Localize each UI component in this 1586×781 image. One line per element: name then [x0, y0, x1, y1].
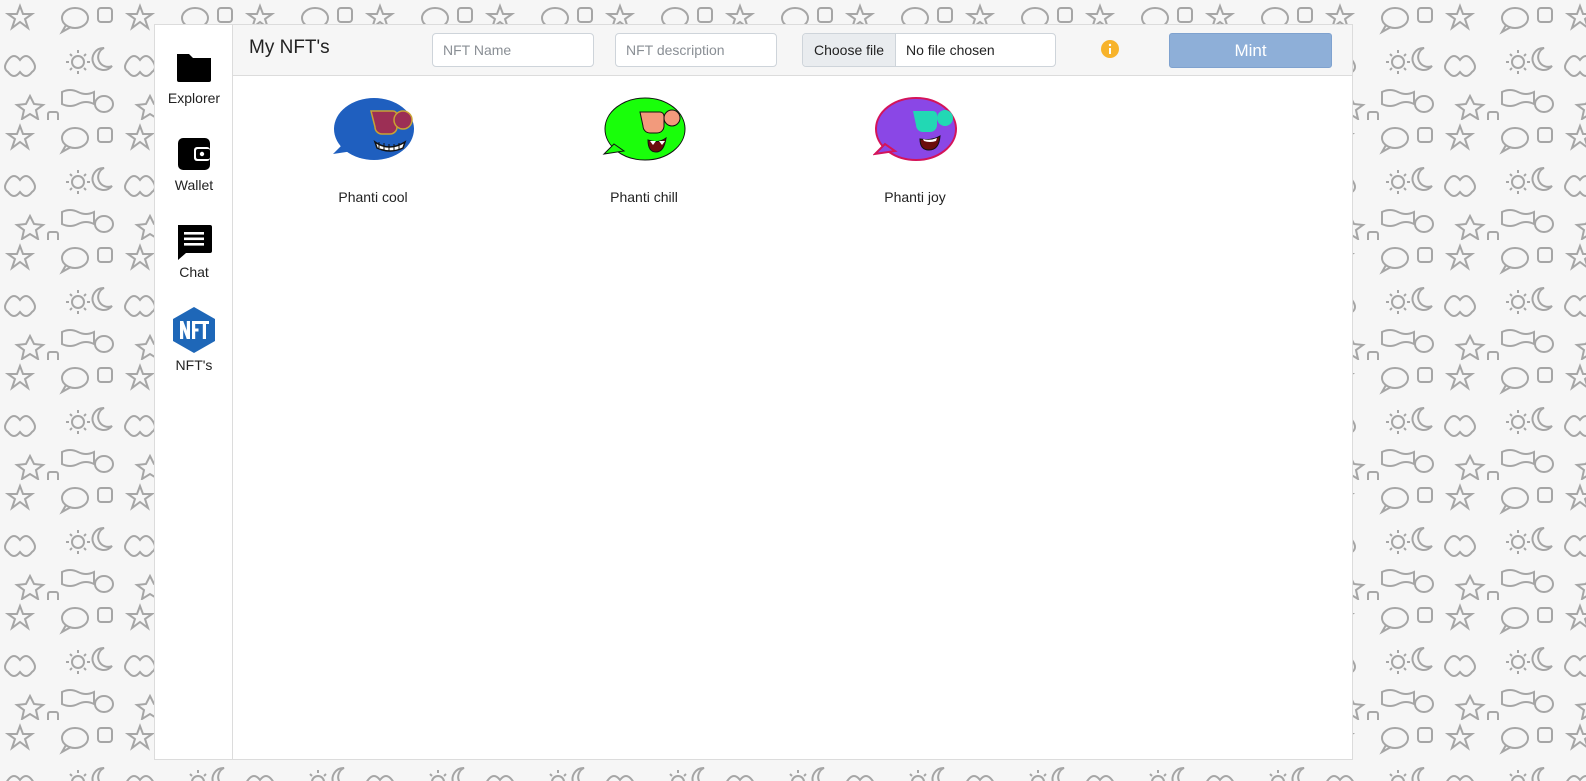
info-icon[interactable]: [1101, 40, 1119, 58]
nft-image: [602, 97, 686, 161]
sidebar-item-chat[interactable]: Chat: [155, 221, 233, 280]
nft-card-phanti-joy[interactable]: Phanti joy: [850, 96, 980, 205]
wallet-icon: [178, 138, 210, 170]
nft-image: [333, 98, 414, 160]
nft-name: Phanti joy: [884, 189, 946, 205]
main-content: My NFT's Choose file No file chosen Mint: [233, 25, 1352, 759]
sidebar-item-wallet[interactable]: Wallet: [155, 134, 233, 193]
folder-icon: [177, 54, 211, 82]
file-status-text: No file chosen: [906, 42, 995, 58]
app-window: Explorer Wallet Chat NFT's My NFT's NFT …: [154, 24, 1353, 760]
mint-toolbar: My NFT's Choose file No file chosen Mint: [233, 25, 1352, 76]
sidebar-item-label: Explorer: [167, 90, 221, 106]
chat-icon: [178, 225, 212, 260]
nft-gallery: Phanti cool Phanti chill Phanti joy: [233, 76, 1352, 759]
sidebar: Explorer Wallet Chat NFT's: [155, 25, 233, 759]
sidebar-item-label: Chat: [179, 264, 209, 280]
nft-image: [873, 97, 957, 161]
page-title: My NFT's: [249, 37, 330, 58]
sidebar-item-explorer[interactable]: Explorer: [155, 47, 233, 106]
nft-name: Phanti chill: [610, 189, 678, 205]
sidebar-item-label: Wallet: [174, 177, 214, 193]
sidebar-item-label: NFT's: [175, 357, 213, 373]
sidebar-item-nfts[interactable]: NFT's: [155, 306, 233, 373]
nft-name-input[interactable]: [432, 33, 594, 67]
mint-button[interactable]: Mint: [1169, 33, 1332, 68]
nft-card-phanti-cool[interactable]: Phanti cool: [308, 96, 438, 205]
nft-name: Phanti cool: [338, 189, 408, 205]
choose-file-button[interactable]: Choose file: [803, 34, 896, 66]
nft-card-phanti-chill[interactable]: Phanti chill: [579, 96, 709, 205]
nft-hexagon-icon: [173, 307, 215, 353]
file-input[interactable]: Choose file No file chosen: [802, 33, 1056, 67]
nft-description-input[interactable]: [615, 33, 777, 67]
